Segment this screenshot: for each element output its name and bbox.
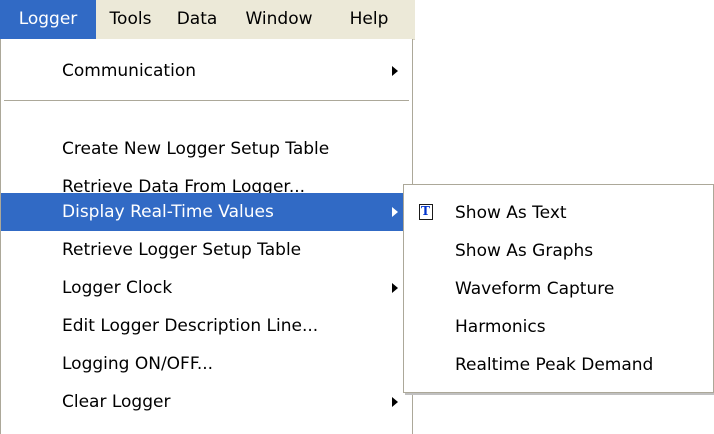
- menu-item-label: Logging ON/OFF...: [62, 354, 214, 374]
- menu-item-label: Edit Logger Description Line...: [62, 316, 319, 336]
- submenu-item-label: Realtime Peak Demand: [455, 355, 654, 375]
- logger-dropdown-menu: Communication Create New Logger Setup Ta…: [0, 39, 413, 434]
- submenu-item-label: Waveform Capture: [455, 279, 615, 299]
- submenu-item-realtime-peak-demand[interactable]: Realtime Peak Demand: [404, 346, 713, 384]
- realtime-values-submenu: T Show As Text Show As Graphs Waveform C…: [403, 184, 714, 393]
- submenu-item-show-as-text[interactable]: T Show As Text: [404, 194, 713, 232]
- menu-item-logger-clock[interactable]: Logger Clock: [1, 269, 412, 307]
- submenu-item-label: Harmonics: [455, 317, 546, 337]
- menu-item-label: Display Real-Time Values: [62, 202, 274, 222]
- submenu-item-waveform-capture[interactable]: Waveform Capture: [404, 270, 713, 308]
- menu-item-label: Retrieve Logger Setup Table: [62, 240, 302, 260]
- submenu-item-show-as-graphs[interactable]: Show As Graphs: [404, 232, 713, 270]
- menu-item-logging-on-off[interactable]: Logging ON/OFF...: [1, 345, 412, 383]
- submenu-arrow-icon: [392, 66, 398, 76]
- text-document-icon: T: [419, 204, 433, 220]
- screen: Logger Tools Data Window Help Communicat…: [0, 0, 714, 434]
- menu-help[interactable]: Help: [329, 0, 409, 39]
- submenu-item-label: Show As Graphs: [455, 241, 594, 261]
- menu-separator: [4, 100, 409, 102]
- menu-logger[interactable]: Logger: [0, 0, 96, 39]
- menu-item-edit-description[interactable]: Edit Logger Description Line...: [1, 307, 412, 345]
- submenu-item-label: Show As Text: [455, 203, 567, 223]
- menu-item-label: Logger Clock: [62, 278, 173, 298]
- menu-item-label: Communication: [62, 61, 196, 81]
- menu-item-create-setup-table[interactable]: Create New Logger Setup Table: [1, 130, 412, 168]
- menu-window[interactable]: Window: [229, 0, 329, 39]
- menu-item-label: Create New Logger Setup Table: [62, 139, 330, 159]
- menu-tools[interactable]: Tools: [96, 0, 165, 39]
- submenu-item-harmonics[interactable]: Harmonics: [404, 308, 713, 346]
- menu-item-display-realtime-values[interactable]: Display Real-Time Values: [1, 193, 412, 231]
- menu-item-communication[interactable]: Communication: [1, 52, 412, 90]
- submenu-arrow-icon: [392, 283, 398, 293]
- submenu-arrow-icon: [392, 207, 398, 217]
- menu-bar: Logger Tools Data Window Help: [0, 0, 415, 40]
- menu-item-label: Clear Logger: [62, 392, 171, 412]
- menu-item-clear-logger[interactable]: Clear Logger: [1, 383, 412, 421]
- menu-item-retrieve-setup-table[interactable]: Retrieve Logger Setup Table: [1, 231, 412, 269]
- submenu-arrow-icon: [392, 397, 398, 407]
- menu-data[interactable]: Data: [165, 0, 229, 39]
